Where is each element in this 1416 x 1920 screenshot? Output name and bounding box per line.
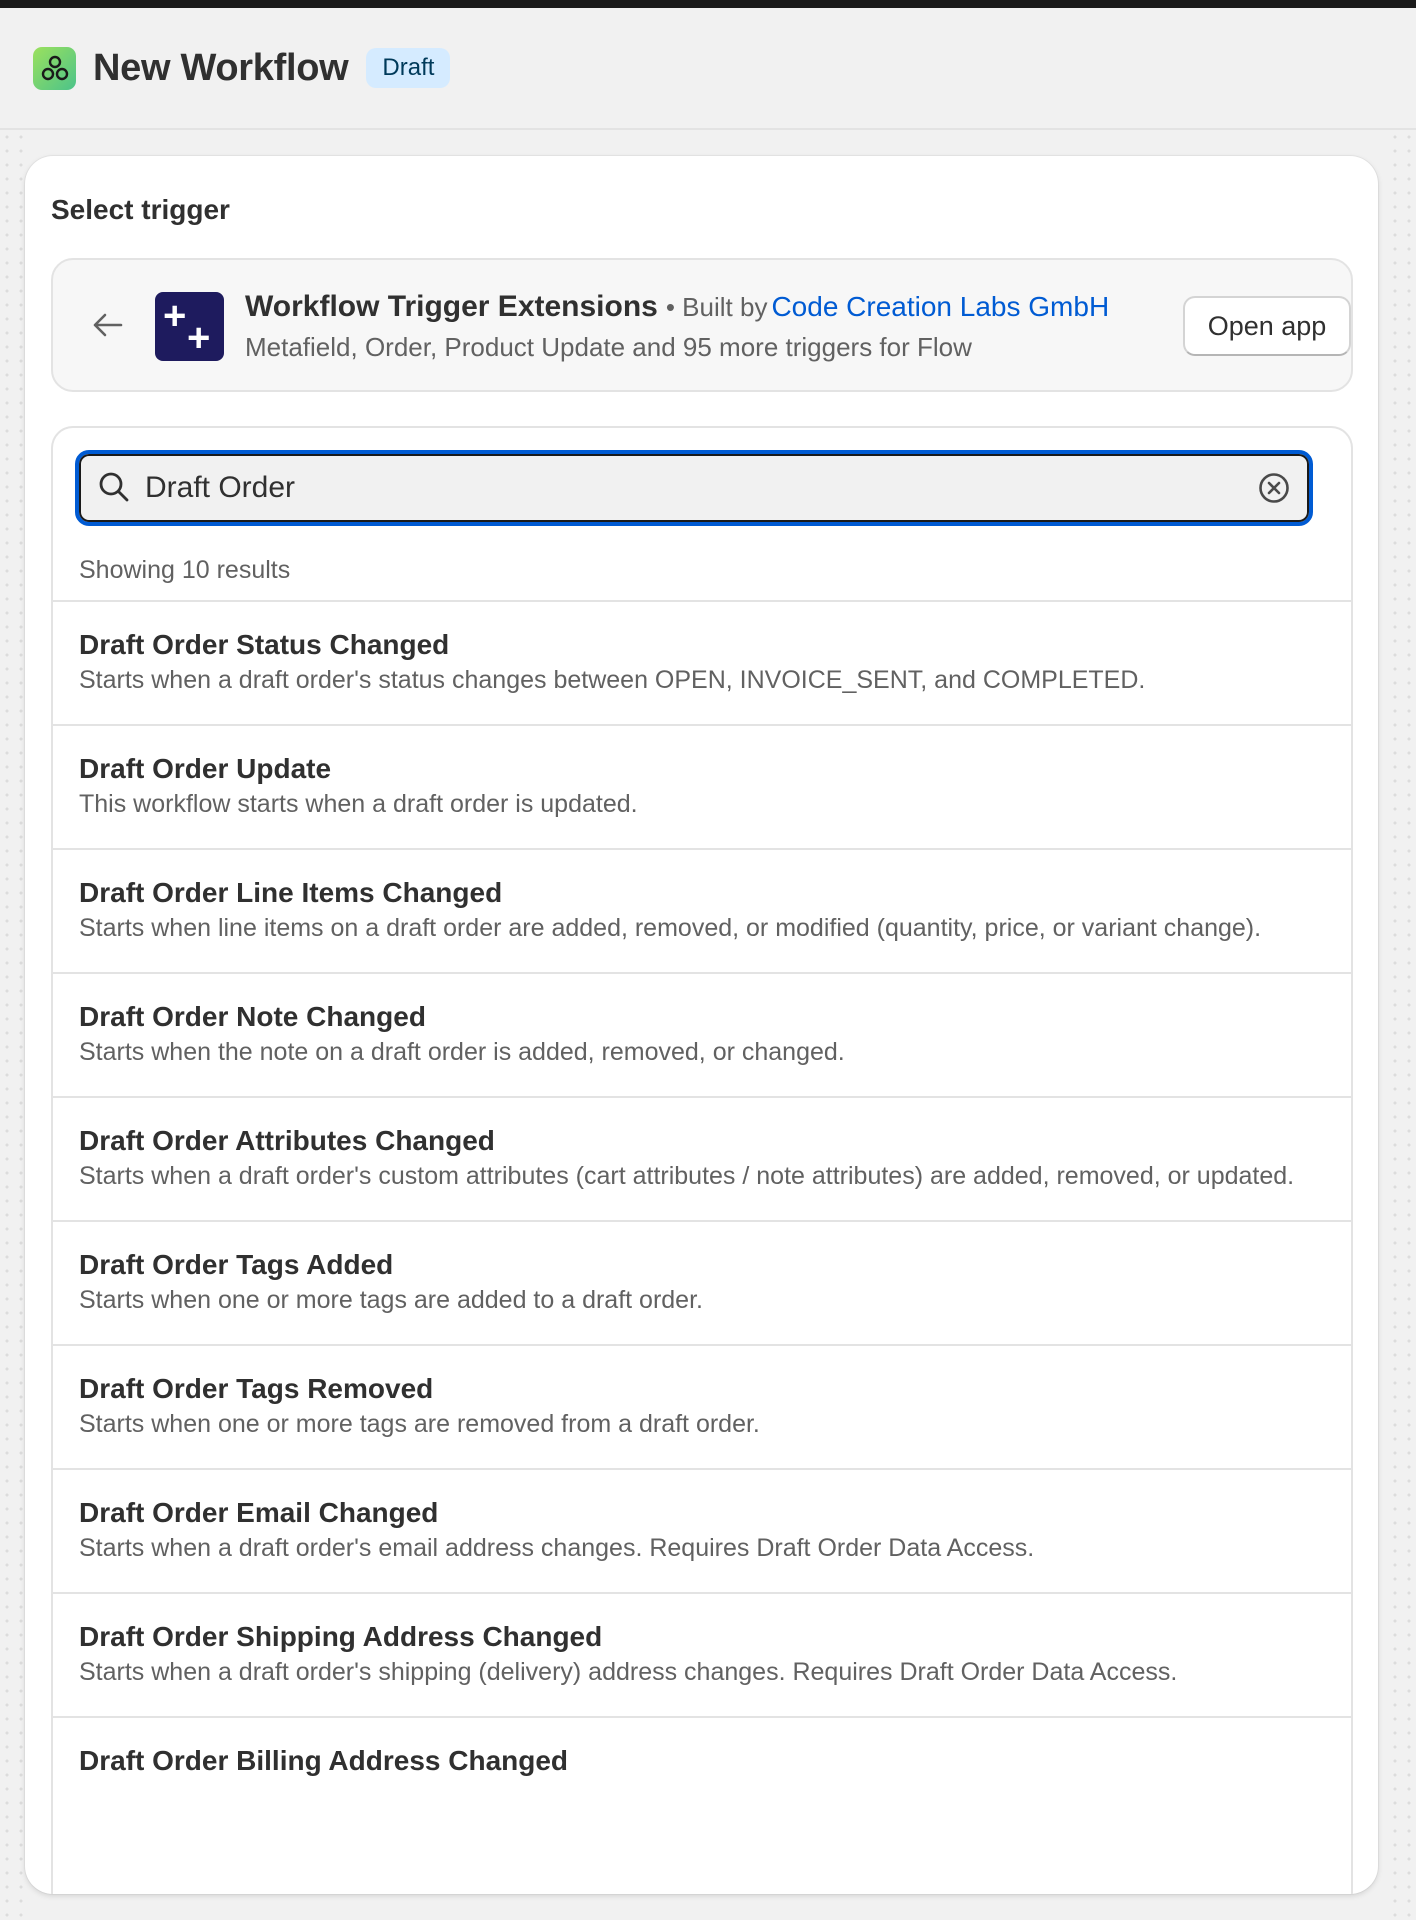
search-input[interactable]: Draft Order bbox=[145, 471, 295, 505]
trigger-title: Draft Order Update bbox=[79, 753, 332, 784]
trigger-description: Starts when the note on a draft order is… bbox=[79, 1038, 845, 1066]
results-list: Draft Order Status Changed Starts when a… bbox=[53, 600, 1353, 1804]
trigger-description: Starts when a draft order's email addres… bbox=[79, 1534, 1035, 1562]
list-item[interactable]: Draft Order Email Changed Starts when a … bbox=[53, 1468, 1353, 1592]
app-name: Workflow Trigger Extensions bbox=[245, 290, 658, 323]
app-summary: + + Workflow Trigger Extensions • Built b… bbox=[51, 258, 1353, 392]
results-count: Showing 10 results bbox=[79, 556, 291, 584]
trigger-description: Starts when a draft order's custom attri… bbox=[79, 1162, 1295, 1190]
trigger-list: Draft Order Showing 10 results Draft Ord… bbox=[51, 426, 1353, 1894]
trigger-title: Draft Order Shipping Address Changed bbox=[79, 1621, 603, 1652]
extension-app-icon: + + bbox=[155, 292, 224, 361]
trigger-description: Starts when line items on a draft order … bbox=[79, 914, 1262, 942]
trigger-title: Draft Order Billing Address Changed bbox=[79, 1745, 569, 1776]
window-top-edge bbox=[0, 0, 1416, 8]
trigger-description: Starts when a draft order's shipping (de… bbox=[79, 1658, 1178, 1686]
list-item[interactable]: Draft Order Line Items Changed Starts wh… bbox=[53, 848, 1353, 972]
list-item[interactable]: Draft Order Billing Address Changed bbox=[53, 1716, 1353, 1804]
open-app-button[interactable]: Open app bbox=[1183, 296, 1351, 356]
trigger-title: Draft Order Tags Removed bbox=[79, 1373, 434, 1404]
list-item[interactable]: Draft Order Shipping Address Changed Sta… bbox=[53, 1592, 1353, 1716]
built-by-label: • Built by bbox=[665, 292, 768, 322]
page-title: New Workflow bbox=[93, 46, 349, 89]
list-item[interactable]: Draft Order Update This workflow starts … bbox=[53, 724, 1353, 848]
status-badge: Draft bbox=[366, 48, 451, 88]
back-arrow-icon[interactable] bbox=[91, 310, 123, 340]
list-item[interactable]: Draft Order Tags Removed Starts when one… bbox=[53, 1344, 1353, 1468]
trigger-description: Starts when one or more tags are added t… bbox=[79, 1286, 703, 1314]
trigger-title: Draft Order Status Changed bbox=[79, 629, 450, 660]
trigger-title: Draft Order Attributes Changed bbox=[79, 1125, 495, 1156]
trigger-title: Draft Order Note Changed bbox=[79, 1001, 426, 1032]
app-description: Metafield, Order, Product Update and 95 … bbox=[245, 332, 972, 362]
list-item[interactable]: Draft Order Attributes Changed Starts wh… bbox=[53, 1096, 1353, 1220]
select-trigger-panel: Select trigger + + Workflow Trigger Exte… bbox=[25, 156, 1378, 1894]
search-icon bbox=[99, 472, 129, 502]
canvas-dot-grid-left bbox=[0, 130, 28, 1920]
page-header: New Workflow Draft bbox=[0, 8, 1416, 130]
trigger-title: Draft Order Tags Added bbox=[79, 1249, 394, 1280]
app-name-line: Workflow Trigger Extensions • Built by Cod… bbox=[245, 290, 1109, 324]
search-field[interactable]: Draft Order bbox=[75, 450, 1313, 526]
list-item[interactable]: Draft Order Tags Added Starts when one o… bbox=[53, 1220, 1353, 1344]
list-item[interactable]: Draft Order Note Changed Starts when the… bbox=[53, 972, 1353, 1096]
trigger-description: This workflow starts when a draft order … bbox=[79, 790, 638, 818]
trigger-description: Starts when a draft order's status chang… bbox=[79, 666, 1146, 694]
trigger-title: Draft Order Line Items Changed bbox=[79, 877, 503, 908]
list-item[interactable]: Draft Order Status Changed Starts when a… bbox=[53, 600, 1353, 724]
flow-app-icon bbox=[33, 46, 76, 90]
trigger-title: Draft Order Email Changed bbox=[79, 1497, 439, 1528]
panel-title: Select trigger bbox=[51, 194, 230, 225]
canvas-dot-grid-right bbox=[1388, 130, 1416, 1920]
developer-link[interactable]: Code Creation Labs GmbH bbox=[771, 291, 1109, 322]
clear-search-icon[interactable] bbox=[1257, 471, 1291, 505]
trigger-description: Starts when one or more tags are removed… bbox=[79, 1410, 760, 1438]
